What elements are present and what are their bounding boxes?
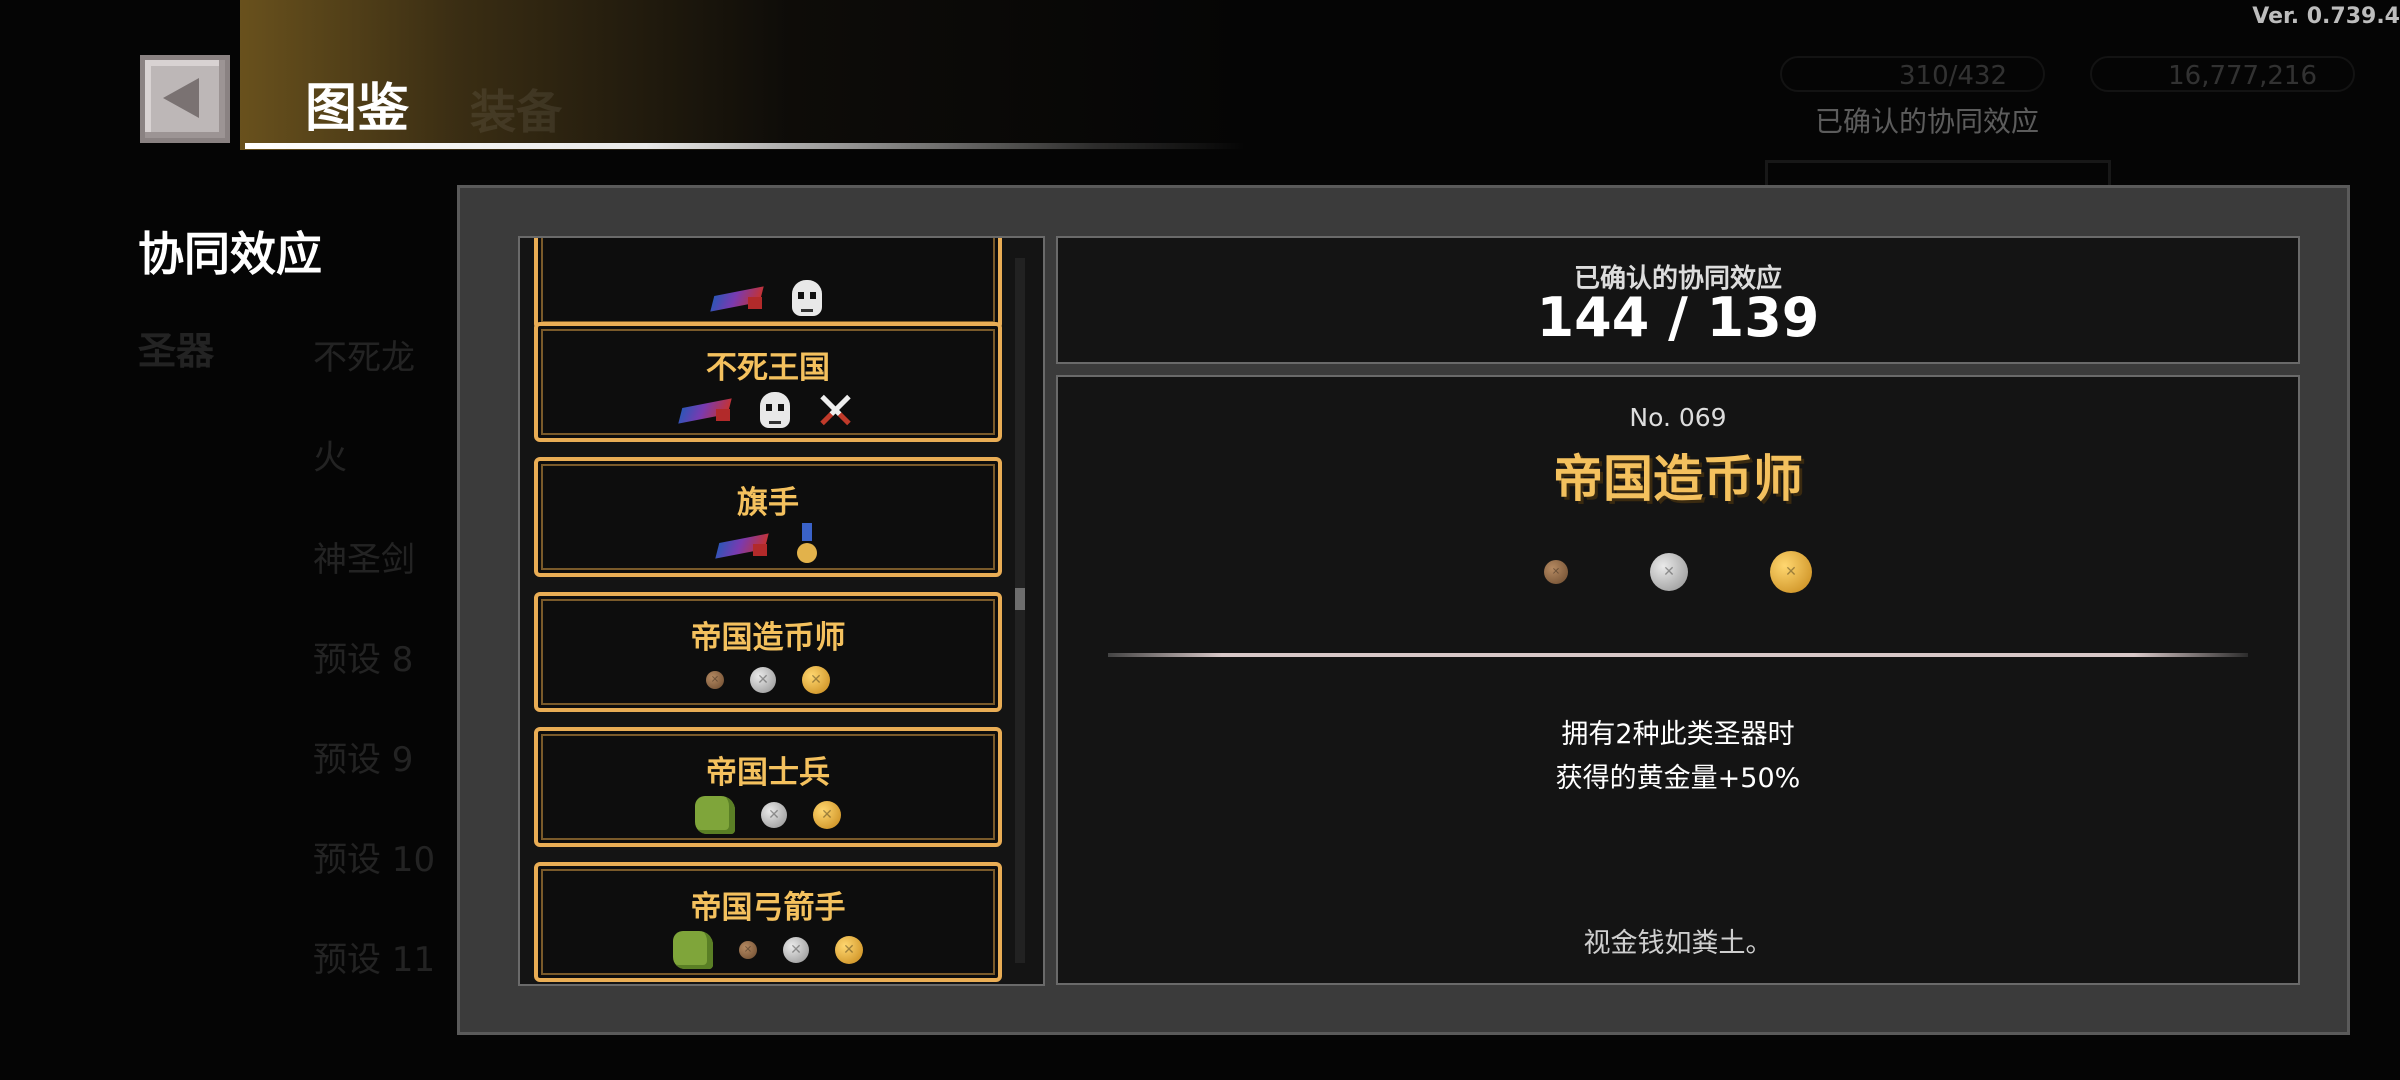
list-scrollbar-thumb[interactable] [1015,588,1025,610]
background-confirm-label: 已确认的协同效应 [1815,105,2040,138]
side-item[interactable]: 火 [313,430,347,479]
synergy-card[interactable]: 帝国士兵 [534,727,1002,847]
gem-counter: 16,777,216 [2090,56,2355,92]
synergy-detail-panel: No. 069 帝国造币师 拥有2种此类圣器时 获得的黄金量+50% 视金钱如粪… [1056,375,2300,985]
effect-line: 获得的黄金量+50% [1555,763,1801,794]
bronze-coin-icon [706,671,724,689]
synergy-name: 帝国弓箭手 [690,890,846,926]
card-icons [538,523,998,567]
silver-coin-icon [783,937,809,963]
bird-icon [719,530,771,560]
side-item[interactable]: 不死龙 [313,330,415,379]
effect-line: 拥有2种此类圣器时 [1561,719,1795,750]
synergy-number: No. 069 [1629,403,1727,432]
gold-coin-icon [1770,551,1812,593]
background-tab-label: 装备 [470,85,562,139]
side-item[interactable]: 预设 9 [313,732,413,781]
card-icons [538,930,998,970]
synergy-list[interactable]: 不死王国 旗手 帝国造币师 帝国士兵 帝国弓箭手 [518,236,1045,986]
confirmed-synergy-summary: 已确认的协同效应 144 / 139 [1056,236,2300,364]
page-title: 图鉴 [305,79,410,139]
side-item[interactable]: 预设 11 [313,932,435,981]
category-synergy[interactable]: 协同效应 [138,218,322,284]
side-item[interactable]: 神圣剑 [313,532,415,581]
detail-divider [1108,653,2248,657]
bronze-coin-icon [1544,560,1568,584]
synergy-card[interactable] [534,238,1002,330]
card-icons [538,795,998,835]
silver-coin-icon [750,667,776,693]
silver-coin-icon [761,802,787,828]
confirmed-synergy-count: 144 / 139 [1536,286,1820,349]
medal-icon [797,523,817,567]
skull-icon [792,280,822,316]
synergy-card[interactable]: 旗手 [534,457,1002,577]
card-icons [538,660,998,700]
bird-icon [682,395,734,425]
synergy-effect: 拥有2种此类圣器时 获得的黄金量+50% [1058,713,2298,801]
back-arrow-icon [163,78,199,118]
synergy-name: 旗手 [737,485,799,521]
skull-icon [760,392,790,428]
list-scrollbar[interactable] [1015,258,1025,963]
synergy-relic-icons [1058,547,2298,597]
synergy-flavor-text: 视金钱如粪土。 [1583,928,1773,959]
header-divider [245,143,1245,149]
back-button[interactable] [140,55,230,143]
green-glove-icon [695,796,735,834]
gold-coin-icon [835,936,863,964]
side-item[interactable]: 预设 8 [313,632,413,681]
synergy-card[interactable]: 帝国弓箭手 [534,862,1002,982]
crossed-swords-icon [816,391,854,429]
synergy-name: 不死王国 [706,350,830,386]
category-relic[interactable]: 圣器 [138,320,214,375]
gold-coin-icon [802,666,830,694]
relic-counter: 310/432 [1780,56,2045,92]
bronze-coin-icon [739,941,757,959]
silver-coin-icon [1650,553,1688,591]
card-icons [538,390,998,430]
version-label: Ver. 0.739.4 [2252,4,2400,29]
side-item[interactable]: 预设 10 [313,832,435,881]
bird-icon [714,283,766,313]
card-icons [538,278,998,318]
synergy-card[interactable]: 不死王国 [534,322,1002,442]
synergy-title: 帝国造币师 [1553,450,1803,508]
synergy-name: 帝国士兵 [706,755,830,791]
synergy-card-selected[interactable]: 帝国造币师 [534,592,1002,712]
synergy-name: 帝国造币师 [690,620,846,656]
green-glove-icon [673,931,713,969]
gold-coin-icon [813,801,841,829]
